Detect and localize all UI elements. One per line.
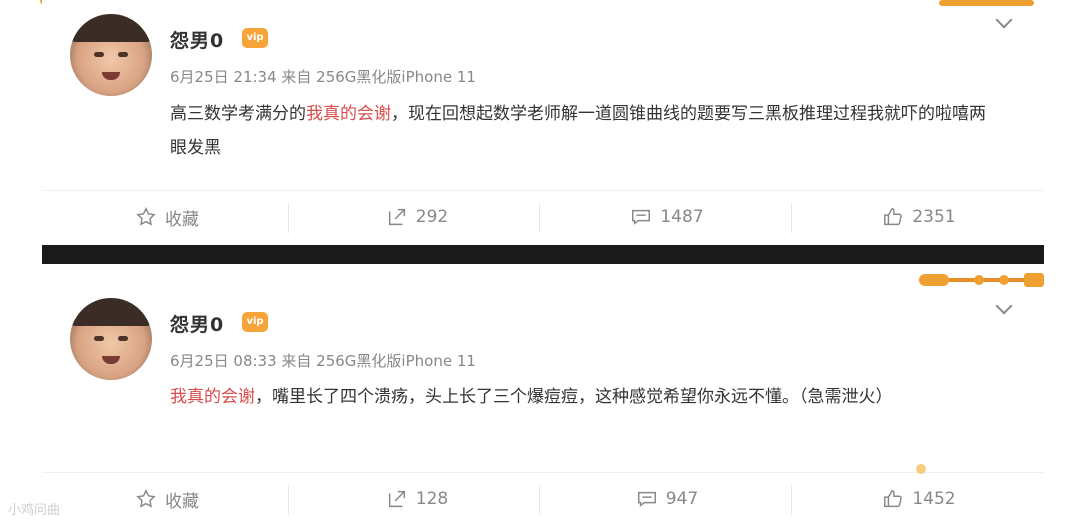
favorite-label: 收藏 xyxy=(165,491,199,512)
like-button[interactable]: 2351 xyxy=(794,191,1044,243)
repost-button[interactable]: 292 xyxy=(292,191,542,243)
repost-button[interactable]: 128 xyxy=(292,473,542,525)
comment-icon xyxy=(632,209,651,225)
repost-icon xyxy=(388,490,405,508)
post-content: 我真的会谢，嘴里长了四个溃疡，头上长了三个爆痘痘，这种感觉希望你永远不懂。（急需… xyxy=(170,380,1000,414)
weibo-post-2: 怨男0 vip 6月25日 08:33 来自 256G黑化版iPhone 11 … xyxy=(42,264,1044,526)
favorite-button[interactable]: 收藏 xyxy=(42,473,292,525)
comment-button[interactable]: 947 xyxy=(542,473,792,525)
avatar[interactable] xyxy=(70,14,152,96)
favorite-label: 收藏 xyxy=(165,209,199,230)
star-icon xyxy=(136,207,156,226)
weibo-post-1: 怨男0 vip 6月25日 21:34 来自 256G黑化版iPhone 11 … xyxy=(42,0,1044,245)
repost-count: 292 xyxy=(415,207,449,227)
vip-badge-icon: vip xyxy=(242,312,268,332)
action-bar: 收藏 128 947 1452 xyxy=(42,472,1044,525)
username[interactable]: 怨男0 xyxy=(170,26,224,53)
post-meta: 6月25日 08:33 来自 256G黑化版iPhone 11 xyxy=(170,352,476,370)
content-text-suffix: ，嘴里长了四个溃疡，头上长了三个爆痘痘，这种感觉希望你永远不懂。（急需泄火） xyxy=(255,387,893,407)
sparkle-decoration xyxy=(916,464,926,474)
vip-badge-icon: vip xyxy=(242,28,268,48)
chevron-down-icon[interactable] xyxy=(995,11,1013,29)
like-icon xyxy=(884,490,903,508)
content-highlight: 我真的会谢 xyxy=(170,387,255,407)
action-bar: 收藏 292 1487 2351 xyxy=(42,190,1044,243)
post-meta: 6月25日 21:34 来自 256G黑化版iPhone 11 xyxy=(170,68,476,86)
repost-count: 128 xyxy=(415,489,449,509)
content-highlight: 我真的会谢 xyxy=(306,104,391,124)
post-content: 高三数学考满分的我真的会谢，现在回想起数学老师解一道圆锥曲线的题要写三黑板推理过… xyxy=(170,97,1000,165)
star-icon xyxy=(136,489,156,508)
repost-icon xyxy=(388,208,405,226)
like-count: 1452 xyxy=(912,489,956,509)
like-count: 2351 xyxy=(912,207,956,227)
favorite-button[interactable]: 收藏 xyxy=(42,191,292,243)
avatar[interactable] xyxy=(70,298,152,380)
like-button[interactable]: 1452 xyxy=(794,473,1044,525)
comment-count: 947 xyxy=(665,489,699,509)
decoration-chain xyxy=(919,273,1044,287)
comment-button[interactable]: 1487 xyxy=(542,191,792,243)
decoration-chain-top xyxy=(939,0,1034,6)
chevron-down-icon[interactable] xyxy=(995,297,1013,315)
comment-count: 1487 xyxy=(660,207,704,227)
post-divider xyxy=(42,245,1044,264)
comment-icon xyxy=(637,491,656,507)
username[interactable]: 怨男0 xyxy=(170,310,224,337)
watermark: 小鸡问曲 xyxy=(8,503,61,518)
content-text-prefix: 高三数学考满分的 xyxy=(170,104,306,124)
like-icon xyxy=(884,208,903,226)
